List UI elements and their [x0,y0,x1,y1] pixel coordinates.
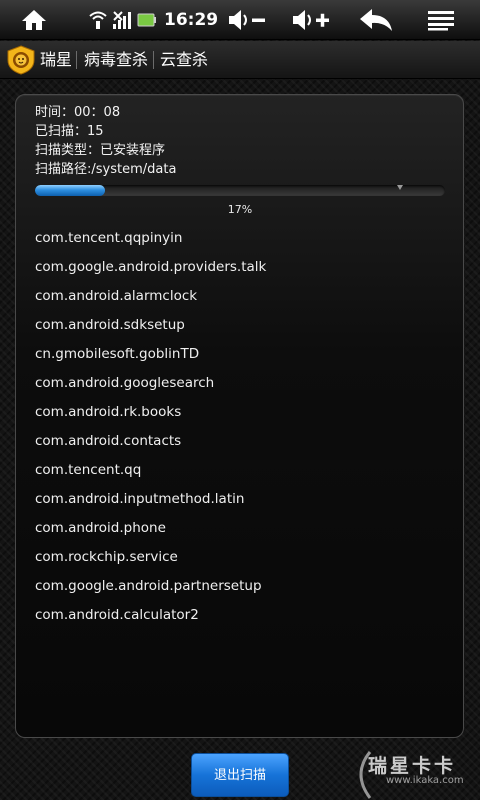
wifi-icon [88,0,108,40]
package-item: com.android.googlesearch [35,375,215,391]
clock: 16:29 [164,10,219,30]
signal-icon [112,0,132,40]
scan-path: 扫描路径:/system/data [35,162,177,177]
package-item: com.tencent.qq [35,462,142,478]
progress-percent: 17% [227,203,253,216]
scanned-count: 已扫描：15 [35,124,104,139]
volume-up-icon[interactable] [290,0,332,40]
battery-icon [137,0,157,40]
scan-progress-bar [35,185,445,196]
exit-scan-button[interactable]: 退出扫描 [191,753,289,797]
home-icon[interactable] [18,0,50,40]
progress-notch-icon [397,185,403,190]
scan-time: 时间：00：08 [35,105,121,120]
tab-divider [76,51,77,69]
status-bar: 16:29 [0,0,480,40]
package-item: cn.gmobilesoft.goblinTD [35,346,200,362]
ikaka-watermark: 瑞星卡卡 www.ikaka.com [352,748,480,800]
watermark-url: www.ikaka.com [386,775,464,786]
package-item: com.android.phone [35,520,166,536]
rising-lion-logo-icon [6,45,36,75]
back-icon[interactable] [356,0,396,40]
package-item: com.android.calculator2 [35,607,199,623]
tab-cloud-scan[interactable]: 云查杀 [160,41,208,79]
tab-virus-scan[interactable]: 病毒查杀 [84,41,148,79]
watermark-title: 瑞星卡卡 [368,755,457,777]
tab-divider [153,51,154,69]
package-item: com.google.android.partnersetup [35,578,262,594]
scan-type: 扫描类型：已安装程序 [35,143,166,158]
scan-progress-fill [35,185,105,196]
package-item: com.android.sdksetup [35,317,185,333]
title-bar: 瑞星 病毒查杀 云查杀 [0,41,480,79]
package-item: com.google.android.providers.talk [35,259,267,275]
package-item: com.android.inputmethod.latin [35,491,245,507]
package-item: com.android.contacts [35,433,182,449]
app-name: 瑞星 [40,50,73,69]
package-item: com.tencent.qqpinyin [35,230,183,246]
package-item: com.android.alarmclock [35,288,198,304]
menu-icon[interactable] [424,0,458,40]
package-item: com.rockchip.service [35,549,178,565]
scanned-package-list: com.tencent.qqpinyin com.google.android.p… [35,224,455,630]
package-item: com.android.rk.books [35,404,182,420]
volume-down-icon[interactable] [226,0,268,40]
